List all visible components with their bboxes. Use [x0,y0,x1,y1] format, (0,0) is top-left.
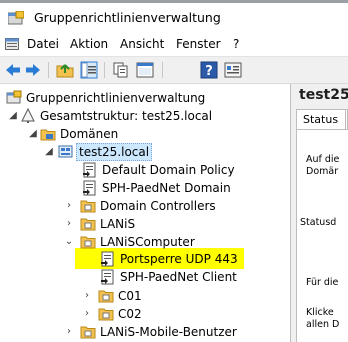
tree-item-label: LANiSComputer [100,235,195,249]
svg-text:?: ? [205,64,213,79]
tree-item-label: Portsperre UDP 443 [120,252,238,266]
ou-folder-icon [98,308,114,321]
menu-datei[interactable]: Datei [27,37,59,51]
collapsed-chevron-icon[interactable]: › [64,215,74,233]
collapsed-chevron-icon[interactable]: › [82,287,92,305]
tree-domains-label: Domänen [60,127,119,141]
ou-folder-icon [80,218,96,231]
gpo-link-icon [101,269,114,285]
expand-chevron-icon[interactable]: ◢ [8,107,18,125]
gpm-app-icon [8,11,24,25]
collapsed-chevron-icon[interactable]: › [64,197,74,215]
tree-item-label: LANiS-Mobile-Benutzer [100,325,237,339]
domain-icon [58,145,73,158]
menu-bar: Datei Aktion Ansicht Fenster ? [0,33,348,56]
domains-folder-icon [40,129,56,141]
ou-folder-icon [80,326,96,339]
menu-aktion[interactable]: Aktion [70,37,108,51]
ou-folder-icon [98,290,114,303]
gpo-link-icon [83,180,96,196]
gpo-link-icon [101,251,114,267]
tree-item-label: Default Domain Policy [102,163,235,177]
gpo-link-icon [83,162,96,178]
menu-fenster[interactable]: Fenster [176,37,221,51]
system-menu-icon[interactable] [5,37,21,51]
copy-icon[interactable] [112,61,130,79]
tree-domain-label: test25.local [76,143,153,161]
show-hide-tree-icon[interactable] [80,61,98,79]
gpm-root-icon [6,90,22,104]
menu-ansicht[interactable]: Ansicht [120,37,164,51]
tree-item-label: SPH-PaedNet Domain [102,181,231,195]
tree-forest-label: Gesamtstruktur: test25.local [40,109,213,123]
details-text-3b: allen D [306,319,340,330]
expand-chevron-icon[interactable]: ◢ [44,143,54,161]
collapsed-chevron-icon[interactable]: › [82,305,92,323]
forward-arrow-icon[interactable] [24,61,42,79]
window-icon[interactable] [136,61,154,79]
toolbar-separator [104,62,105,78]
ou-folder-icon [80,236,96,249]
details-text-3a: Klicke [306,307,334,318]
expand-chevron-icon[interactable]: ◢ [28,125,38,143]
up-folder-icon[interactable] [56,61,74,79]
tree-item-label: Domain Controllers [100,199,216,213]
details-text-1b: Domär [306,166,339,177]
menu-help[interactable]: ? [233,37,239,51]
back-arrow-icon[interactable] [4,61,22,79]
title-bar: Gruppenrichtlinienverwaltung [0,3,348,33]
toolbar: ? [0,56,348,84]
tree-item-label: C02 [118,307,142,321]
tree-item-label: C01 [118,289,142,303]
details-title: test25.lo [299,87,348,103]
tree-pane: Gruppenrichtlinienverwaltung ◢ Gesamtstr… [0,84,289,342]
toolbar-separator [48,62,49,78]
toolbar-separator [162,62,163,78]
status-group-label: Statusd [300,217,337,228]
window-title: Gruppenrichtlinienverwaltung [34,10,221,25]
console-icon[interactable] [224,61,242,79]
tree-item-label: LANiS [100,217,136,231]
details-text-1a: Auf die [306,154,340,165]
details-pane: test25.lo Status Auf die Domär Statusd F… [291,84,348,342]
collapsed-chevron-icon[interactable]: › [64,323,74,341]
tree-item-label: SPH-PaedNet Client [120,270,237,284]
ou-folder-icon [80,200,96,213]
tree-root-label: Gruppenrichtlinienverwaltung [26,91,206,105]
tab-status[interactable]: Status [296,109,348,130]
details-body: Auf die Domär Statusd Für die Klicke all… [296,129,348,342]
tab-status-label: Status [303,113,339,126]
expand-chevron-icon[interactable]: ⌄ [64,233,74,251]
forest-icon [21,108,35,123]
help-icon[interactable]: ? [200,61,218,79]
details-text-2: Für die [306,277,339,288]
